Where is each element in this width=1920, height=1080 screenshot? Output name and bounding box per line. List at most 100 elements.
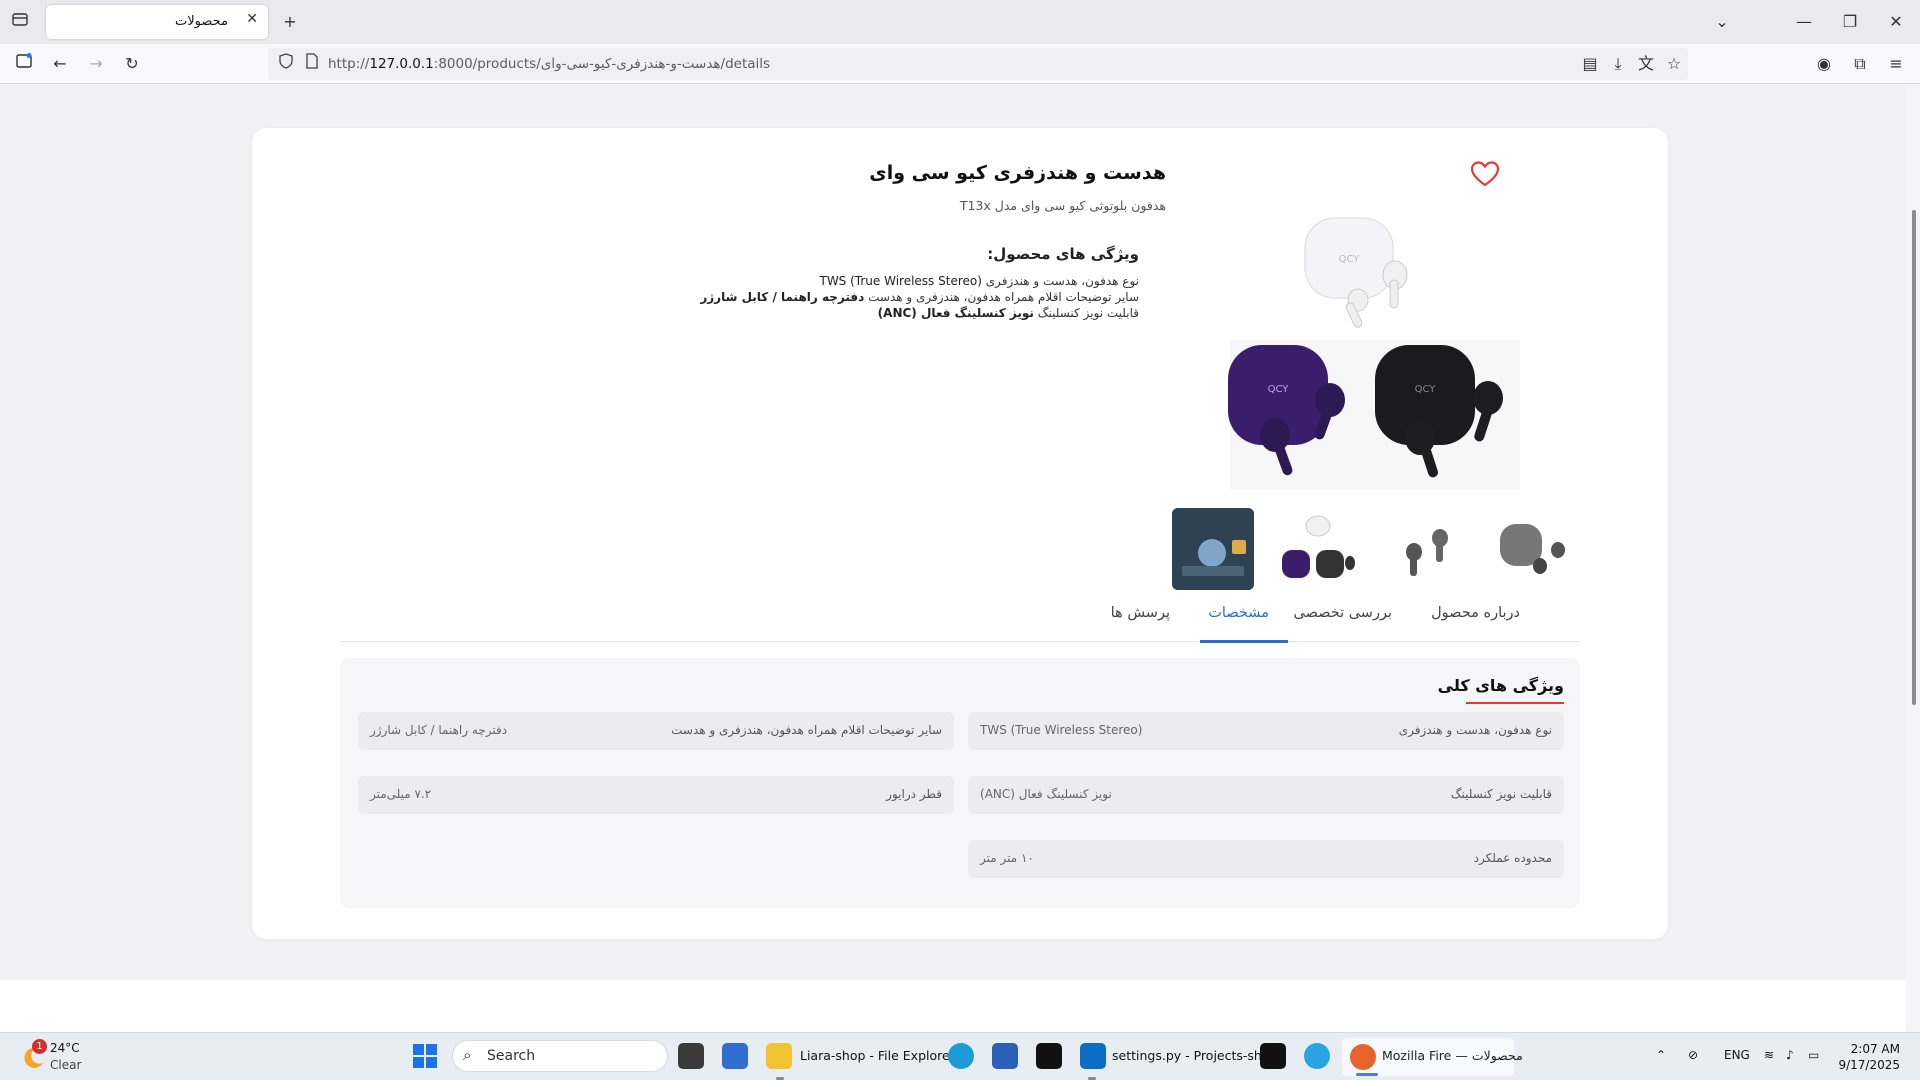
back-icon[interactable]: ← (48, 52, 72, 76)
spec-key: قطر درایور (886, 787, 942, 801)
app-icon[interactable] (992, 1043, 1018, 1069)
tab-list-icon[interactable] (8, 10, 32, 34)
cursor-app-icon[interactable] (1260, 1043, 1286, 1069)
weather-temp: 24°C (50, 1041, 80, 1055)
battery-icon[interactable]: ▭ (1808, 1048, 1819, 1062)
svg-text:QCY: QCY (1415, 384, 1437, 395)
product-main-image: QCY QCY QCY (1228, 217, 1520, 490)
windows-taskbar: 1 24°C Clear ⌕ Search Liara-shop - File … (0, 1032, 1920, 1080)
pycharm-icon[interactable] (1036, 1043, 1062, 1069)
store-icon[interactable] (722, 1043, 748, 1069)
svg-text:QCY: QCY (1268, 384, 1290, 395)
forward-icon[interactable]: → (84, 52, 108, 76)
start-icon[interactable] (412, 1043, 438, 1069)
spec-value: ۷.۲ میلی‌متر (370, 787, 432, 801)
close-tab-icon[interactable]: ✕ (246, 11, 258, 27)
network-status-icon[interactable]: ⊘ (1688, 1048, 1698, 1062)
menu-icon[interactable]: ≡ (1884, 52, 1908, 76)
spec-key: قابلیت نویز کنسلینگ (1450, 787, 1552, 801)
spec-row: نوع هدفون، هدست و هندزفری TWS (True Wire… (968, 712, 1564, 750)
reader-view-icon[interactable]: ▤ (1578, 52, 1602, 76)
feature-row: قابلیت نویز کنسلینگ نویز کنسلینگ فعال (A… (877, 306, 1139, 320)
spec-value: TWS (True Wireless Stereo) (980, 723, 1143, 737)
tray-chevron-icon[interactable]: ⌃ (1656, 1048, 1666, 1062)
heart-icon[interactable] (1470, 160, 1500, 188)
page-info-icon[interactable] (300, 52, 324, 76)
minimize-icon[interactable]: — (1792, 10, 1816, 34)
search-icon: ⌕ (463, 1046, 472, 1064)
clock-time: 2:07 AM (1850, 1042, 1900, 1056)
url-bar[interactable]: http://127.0.0.1:8000/products/هدست-و-هن… (268, 48, 1688, 80)
spec-value: دفترچه راهنما / کابل شارژر (370, 723, 508, 737)
tab-review[interactable]: بررسی تخصصی (1293, 605, 1392, 621)
specs-title-underline (1466, 702, 1564, 704)
browser-tab-products[interactable]: محصولات ✕ (46, 5, 268, 39)
feature-row: سایر توضیحات اقلام همراه هدفون، هندزفری … (700, 290, 1139, 304)
save-page-icon[interactable]: ⤓ (1606, 52, 1630, 76)
spec-row: محدوده عملکرد ۱۰ متر متر (968, 840, 1564, 878)
shield-icon[interactable] (274, 52, 298, 76)
search-placeholder: Search (487, 1048, 536, 1064)
language-indicator[interactable]: ENG (1724, 1048, 1750, 1062)
volume-icon[interactable]: ♪ (1786, 1048, 1794, 1062)
account-icon[interactable]: ◉ (1812, 52, 1836, 76)
thumbnail-1[interactable] (1172, 508, 1254, 590)
tab-title: محصولات (175, 14, 228, 29)
footer-strip (0, 980, 1906, 1032)
spec-key: سایر توضیحات اقلام همراه هدفون، هندزفری … (671, 723, 942, 737)
url-text: http://127.0.0.1:8000/products/هدست-و-هن… (328, 56, 771, 72)
specs-title: ویژگی های کلی (1437, 676, 1564, 695)
clock-date: 9/17/2025 (1838, 1058, 1900, 1072)
spec-key: محدوده عملکرد (1473, 851, 1552, 865)
product-subtitle: هدفون بلوتوثی کیو سی وای مدل T13x (959, 198, 1166, 213)
spec-key: نوع هدفون، هدست و هندزفری (1398, 723, 1552, 737)
weather-widget[interactable]: 1 24°C Clear (18, 1039, 138, 1073)
clock[interactable]: 2:07 AM 9/17/2025 (1838, 1041, 1900, 1073)
reload-icon[interactable]: ↻ (120, 52, 144, 76)
feature-row: نوع هدفون، هدست و هندزفری TWS (True Wire… (819, 274, 1139, 288)
features-list: نوع هدفون، هدست و هندزفری TWS (True Wire… (700, 273, 1139, 321)
sidebar-icon[interactable] (12, 52, 36, 76)
telegram-icon[interactable] (1304, 1043, 1330, 1069)
spec-row: قابلیت نویز کنسلینگ نویز کنسلینگ فعال (A… (968, 776, 1564, 814)
firefox-icon (1350, 1044, 1376, 1070)
scrollbar-track[interactable] (1906, 85, 1920, 1032)
tab-specs[interactable]: مشخصات (1208, 605, 1269, 621)
product-tabs: درباره محصول بررسی تخصصی مشخصات پرسش ها (340, 597, 1580, 643)
vscode-label[interactable]: settings.py - Projects-sh (1112, 1048, 1262, 1063)
close-window-icon[interactable]: ✕ (1884, 10, 1908, 34)
specs-section: ویژگی های کلی نوع هدفون، هدست و هندزفری … (340, 658, 1580, 908)
extensions-icon[interactable]: ⧉ (1848, 52, 1872, 76)
edge-icon[interactable] (948, 1043, 974, 1069)
tab-questions[interactable]: پرسش ها (1111, 605, 1170, 621)
thumbnail-4[interactable] (1490, 508, 1572, 590)
firefox-label: Mozilla Fire — محصولات (1382, 1048, 1523, 1063)
wifi-icon[interactable]: ≋ (1764, 1048, 1774, 1062)
taskbar-search[interactable]: ⌕ Search (452, 1040, 668, 1072)
file-explorer-label[interactable]: Liara-shop - File Explore (800, 1048, 950, 1063)
spec-row: سایر توضیحات اقلام همراه هدفون، هندزفری … (358, 712, 954, 750)
bookmark-star-icon[interactable]: ☆ (1662, 52, 1686, 76)
features-title: ویژگی های محصول: (987, 245, 1139, 263)
spec-row: قطر درایور ۷.۲ میلی‌متر (358, 776, 954, 814)
scrollbar-thumb[interactable] (1912, 210, 1916, 705)
restore-icon[interactable]: ❐ (1838, 10, 1862, 34)
thumbnail-2[interactable] (1278, 508, 1360, 590)
file-explorer-icon[interactable] (766, 1043, 792, 1069)
vscode-icon[interactable] (1080, 1043, 1106, 1069)
svg-text:QCY: QCY (1339, 254, 1361, 265)
firefox-taskbar-button[interactable]: Mozilla Fire — محصولات (1342, 1038, 1523, 1076)
new-tab-icon[interactable]: + (278, 10, 302, 34)
weather-desc: Clear (50, 1058, 82, 1072)
chevron-down-icon[interactable]: ⌄ (1710, 10, 1734, 34)
tab-about[interactable]: درباره محصول (1431, 605, 1520, 621)
weather-badge: 1 (32, 1039, 47, 1054)
task-view-icon[interactable] (678, 1043, 704, 1069)
thumbnail-3[interactable] (1384, 508, 1466, 590)
spec-value: نویز کنسلینگ فعال (ANC) (980, 787, 1112, 801)
active-tab-underline (1200, 640, 1288, 643)
browser-nav-bar: ← → ↻ http://127.0.0.1:8000/products/هدس… (0, 44, 1920, 84)
translate-icon[interactable]: 文 (1634, 52, 1658, 76)
product-title: هدست و هندزفری کیو سی وای (869, 162, 1166, 184)
firefox-indicator (1356, 1073, 1378, 1076)
